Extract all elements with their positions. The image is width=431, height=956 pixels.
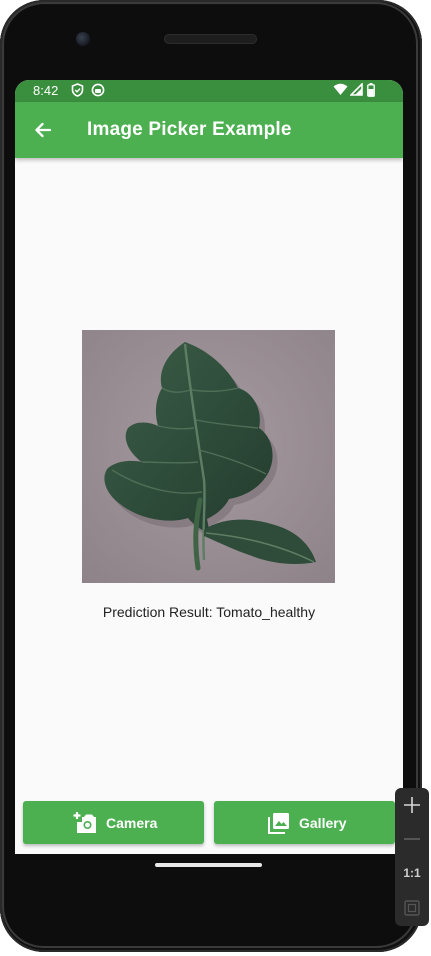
actual-size-button[interactable]: 1:1 bbox=[395, 866, 429, 880]
gallery-button[interactable]: Gallery bbox=[214, 801, 395, 844]
zoom-in-button[interactable] bbox=[403, 796, 421, 814]
fit-screen-button[interactable] bbox=[404, 900, 420, 916]
status-time: 8:42 bbox=[33, 83, 59, 98]
camera-button[interactable]: Camera bbox=[23, 801, 204, 844]
emulator-zoom-toolbar: 1:1 bbox=[395, 788, 429, 926]
zoom-out-button[interactable] bbox=[404, 838, 420, 840]
prediction-result: Prediction Result: Tomato_healthy bbox=[102, 604, 316, 620]
status-bar: 8:42 bbox=[15, 80, 403, 102]
phone-frame: 8:42 Image Picker Example Prediction Res… bbox=[0, 0, 422, 952]
tomato-leaf-image bbox=[82, 330, 335, 583]
page-title: Image Picker Example bbox=[87, 119, 292, 140]
battery-icon bbox=[367, 83, 375, 100]
earpiece-speaker bbox=[164, 34, 257, 44]
app-bar: Image Picker Example bbox=[15, 102, 403, 158]
arrow-back-icon bbox=[35, 122, 52, 138]
app-notification-icon bbox=[91, 83, 105, 100]
signal-icon bbox=[349, 82, 363, 99]
wifi-icon bbox=[333, 83, 348, 99]
plus-icon bbox=[404, 797, 420, 813]
selected-image bbox=[82, 330, 335, 583]
photo-library-icon bbox=[268, 813, 289, 834]
camera-button-label: Camera bbox=[106, 815, 158, 831]
shield-icon bbox=[71, 83, 84, 100]
add-a-photo-icon bbox=[73, 812, 96, 833]
gesture-nav-handle[interactable] bbox=[155, 863, 262, 867]
back-button[interactable] bbox=[29, 116, 57, 144]
front-camera bbox=[76, 32, 90, 46]
fit-screen-icon bbox=[404, 900, 420, 916]
app-screen: 8:42 Image Picker Example Prediction Res… bbox=[15, 80, 403, 854]
gallery-button-label: Gallery bbox=[299, 815, 347, 831]
